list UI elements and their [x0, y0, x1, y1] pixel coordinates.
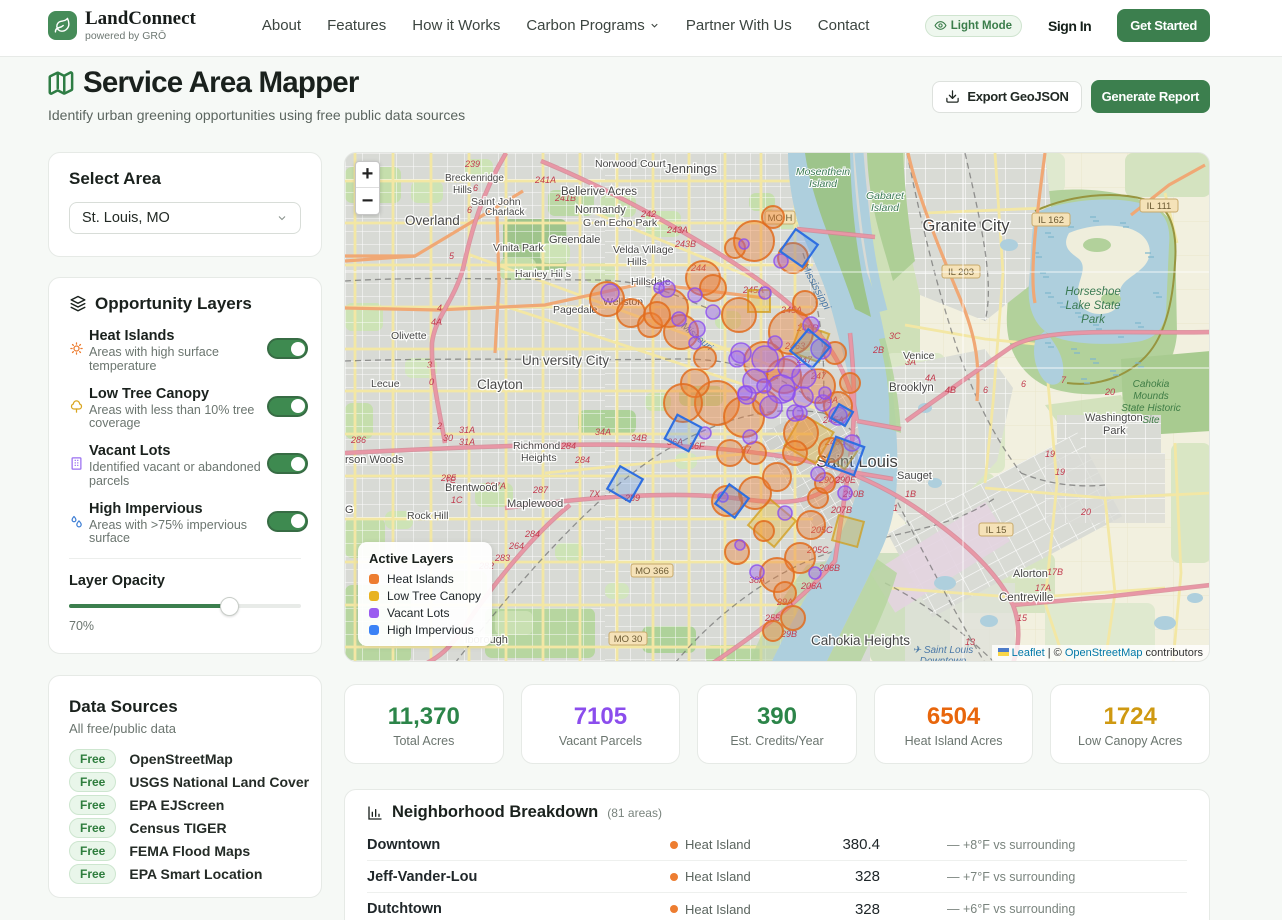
svg-text:19: 19 [1045, 449, 1055, 459]
svg-text:284: 284 [524, 529, 540, 539]
svg-text:Breckenridge: Breckenridge [445, 173, 504, 184]
svg-text:MO 30: MO 30 [614, 634, 643, 645]
svg-text:284: 284 [560, 441, 576, 451]
svg-text:243B: 243B [674, 239, 696, 249]
svg-text:Lake State: Lake State [1066, 300, 1121, 312]
svg-text:Mosenthein: Mosenthein [796, 166, 850, 178]
svg-text:Horseshoe: Horseshoe [1065, 286, 1121, 298]
svg-text:3C: 3C [889, 331, 901, 341]
svg-text:15: 15 [1017, 613, 1028, 623]
svg-text:Island: Island [809, 178, 838, 190]
svg-text:6: 6 [473, 183, 478, 193]
svg-text:286: 286 [350, 435, 366, 445]
svg-text:6: 6 [1021, 379, 1026, 389]
svg-text:Vinita Park: Vinita Park [493, 242, 544, 254]
svg-text:Greendale: Greendale [549, 234, 600, 246]
svg-text:Park: Park [1081, 314, 1106, 326]
svg-text:Island: Island [871, 202, 900, 214]
svg-text:Hanley Hil s: Hanley Hil s [515, 268, 571, 280]
svg-text:287: 287 [532, 485, 549, 495]
svg-text:4: 4 [437, 303, 442, 313]
svg-text:239: 239 [464, 159, 480, 169]
svg-text:Alorton: Alorton [1013, 568, 1048, 580]
svg-text:34A: 34A [595, 427, 611, 437]
svg-text:Site: Site [1142, 415, 1160, 426]
svg-text:19: 19 [1055, 467, 1065, 477]
svg-text:Rock Hill: Rock Hill [407, 510, 448, 522]
svg-text:Un versity City: Un versity City [522, 353, 609, 368]
svg-text:7X: 7X [589, 489, 601, 499]
svg-text:Heights: Heights [521, 452, 557, 464]
svg-text:Gabaret: Gabaret [866, 190, 905, 202]
svg-text:6: 6 [983, 385, 988, 395]
svg-text:20: 20 [1104, 387, 1115, 397]
svg-text:284: 284 [574, 455, 590, 465]
svg-text:Brentwood: Brentwood [445, 482, 498, 494]
svg-text:207B: 207B [830, 505, 852, 515]
svg-text:Centreville: Centreville [999, 592, 1053, 604]
svg-text:G en Echo Park: G en Echo Park [583, 217, 658, 229]
svg-text:Clayton: Clayton [477, 377, 523, 392]
svg-text:Norwood Court: Norwood Court [595, 158, 666, 170]
svg-text:IL 162: IL 162 [1038, 215, 1064, 226]
svg-text:1B: 1B [905, 489, 916, 499]
svg-text:17B: 17B [1047, 567, 1063, 577]
svg-text:Granite City: Granite City [922, 217, 1010, 235]
svg-text:Cahokia: Cahokia [1133, 379, 1170, 390]
svg-text:4B: 4B [945, 385, 956, 395]
svg-text:Overland: Overland [405, 213, 460, 228]
svg-text:Downtown: Downtown [920, 656, 967, 662]
svg-text:Normandy: Normandy [575, 204, 626, 216]
svg-text:34B: 34B [631, 433, 647, 443]
svg-text:Sauget: Sauget [897, 470, 932, 482]
svg-text:Bellerive Acres: Bellerive Acres [561, 186, 637, 198]
svg-text:283: 283 [494, 553, 510, 563]
svg-text:Jennings: Jennings [665, 161, 718, 176]
svg-text:IL 111: IL 111 [1147, 201, 1172, 212]
svg-text:MO 366: MO 366 [635, 566, 669, 577]
svg-text:0: 0 [429, 377, 434, 387]
svg-text:Charlack: Charlack [485, 207, 525, 218]
svg-text:1: 1 [893, 503, 898, 513]
svg-text:Venice: Venice [903, 350, 935, 362]
svg-text:Lecue: Lecue [371, 378, 400, 390]
svg-text:Cahokia Heights: Cahokia Heights [811, 633, 910, 648]
svg-text:264: 264 [508, 541, 524, 551]
svg-text:2B: 2B [872, 345, 884, 355]
svg-text:241A: 241A [534, 175, 556, 185]
svg-text:Hills: Hills [627, 256, 647, 268]
svg-text:206A: 206A [800, 581, 822, 591]
svg-text:4A: 4A [431, 317, 442, 327]
svg-text:243A: 243A [666, 225, 688, 235]
svg-text:30: 30 [443, 433, 453, 443]
svg-text:rson Woods: rson Woods [345, 454, 404, 466]
svg-text:Park: Park [1103, 425, 1126, 437]
svg-text:Hills: Hills [453, 185, 472, 196]
svg-text:31A: 31A [459, 425, 475, 435]
svg-text:31A: 31A [459, 437, 475, 447]
svg-text:Velda Village: Velda Village [613, 244, 674, 256]
svg-text:2: 2 [436, 421, 442, 431]
svg-text:Richmond: Richmond [513, 440, 560, 452]
svg-text:IL 15: IL 15 [986, 525, 1007, 536]
svg-text:State Historic: State Historic [1121, 403, 1180, 414]
svg-text:Mounds: Mounds [1133, 391, 1169, 402]
svg-text:Maplewood: Maplewood [507, 498, 563, 510]
svg-text:20: 20 [1080, 507, 1091, 517]
svg-text:Olivette: Olivette [391, 330, 427, 342]
svg-text:Brooklyn: Brooklyn [889, 382, 934, 394]
svg-text:G: G [345, 504, 354, 516]
svg-text:1C: 1C [451, 495, 463, 505]
svg-text:✈ Saint Louis: ✈ Saint Louis [913, 645, 974, 656]
